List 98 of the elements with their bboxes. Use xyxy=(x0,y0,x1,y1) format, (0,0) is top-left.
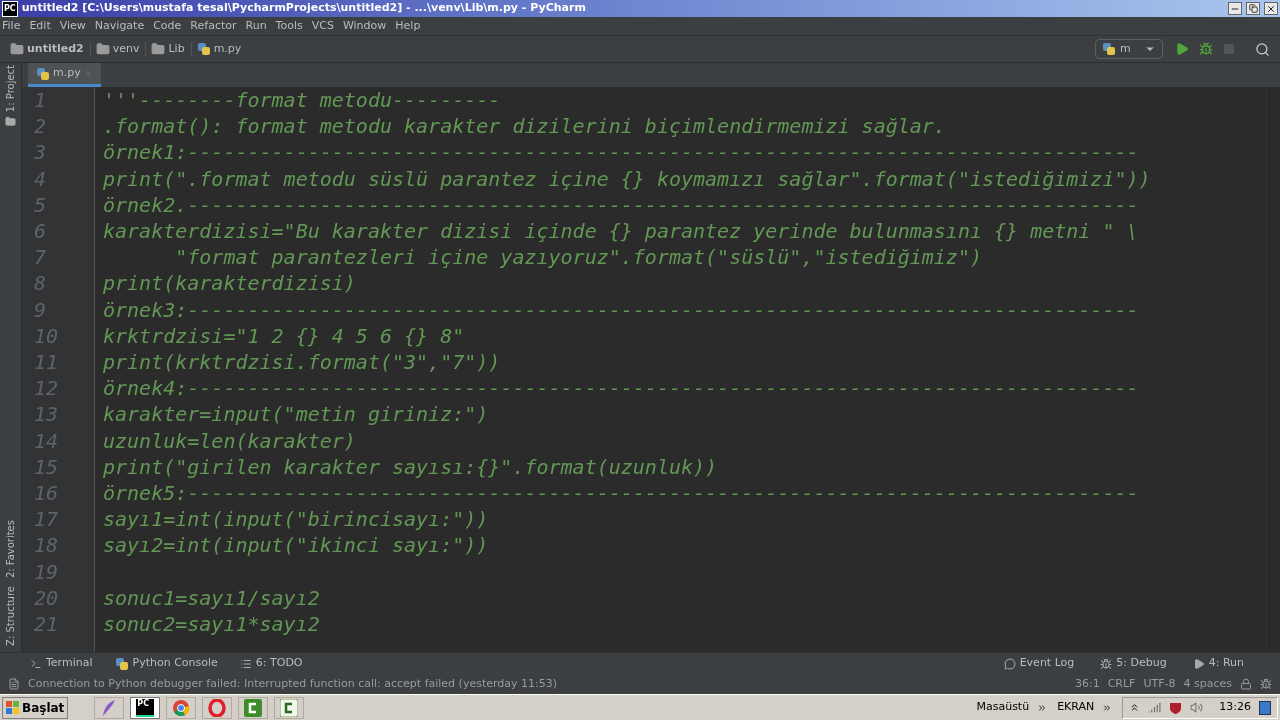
menu-item[interactable]: View xyxy=(59,17,86,35)
code-line: "format parantezleri içine yazıyoruz".format("süslü","istediğimiz") xyxy=(174,244,982,271)
lock-icon[interactable] xyxy=(1240,678,1252,690)
folder-icon xyxy=(151,42,166,56)
opera-icon xyxy=(208,698,227,717)
pycharm-icon: PC xyxy=(136,698,155,717)
code-line: örnek3:------------------------------------------------------------------------------- xyxy=(103,296,1139,323)
code-line: print(".format metodu süslü parantez içine {} koymamızı sağlar".format("istediğimizi")) xyxy=(103,165,1151,192)
code-line: krktrdzisi="1 2 {} 4 5 6 {} 8" xyxy=(103,322,465,350)
bug-icon xyxy=(1100,657,1113,670)
minimize-button[interactable] xyxy=(1228,2,1242,15)
code-line: sonuc2=sayı1*sayı2 xyxy=(103,611,320,638)
breadcrumb[interactable]: venv xyxy=(112,40,140,58)
list-icon xyxy=(239,657,252,670)
taskbar-app[interactable] xyxy=(274,696,305,719)
menu-item[interactable]: Window xyxy=(342,17,387,35)
breadcrumb[interactable]: untitled2 xyxy=(27,40,84,58)
python-file-icon xyxy=(1102,42,1116,56)
code-line: print(karakterdizisi) xyxy=(103,270,356,297)
close-icon xyxy=(1266,3,1276,14)
window-title: untitled2 [C:\Users\mustafa tesal\PycharmProjects\untitled2] - ...\venv\Lib\m.py - PyCharm xyxy=(21,0,586,17)
code-line: sayı2=int(input("ikinci sayı:")) xyxy=(103,532,489,559)
code-line: '''--------format metodu--------- xyxy=(103,87,501,114)
menu-item[interactable]: Code xyxy=(153,17,182,35)
code-line: örnek4:------------------------------------------------------------------------------- xyxy=(103,375,1139,402)
python-file-icon xyxy=(196,42,211,56)
tool-window-tab[interactable]: 4: Run xyxy=(1208,655,1244,672)
tool-window-tab[interactable]: 5: Debug xyxy=(1116,655,1167,672)
folder-icon xyxy=(10,42,24,56)
menu-item[interactable]: Refactor xyxy=(190,17,237,35)
close-button[interactable] xyxy=(1264,2,1278,15)
code-line: sayı1=int(input("birincisayı:")) xyxy=(103,506,489,533)
tool-window-tab[interactable]: Event Log xyxy=(1019,655,1075,672)
code-line: örnek5:------------------------------------------------------------------------------- xyxy=(103,480,1139,507)
folder-icon xyxy=(5,116,16,128)
menu-item[interactable]: File xyxy=(2,17,21,35)
line-separator[interactable]: CRLF xyxy=(1107,675,1136,693)
indent-setting[interactable]: 4 spaces xyxy=(1183,675,1232,693)
debug-icon[interactable] xyxy=(1199,42,1213,56)
encoding[interactable]: UTF-8 xyxy=(1143,675,1176,693)
editor-tab[interactable]: m.py xyxy=(28,63,101,87)
side-tab[interactable]: 1: Project xyxy=(3,65,18,113)
run-icon[interactable] xyxy=(1175,42,1189,56)
menu-item[interactable]: VCS xyxy=(311,17,334,35)
c-tile-icon xyxy=(280,698,299,717)
folder-icon xyxy=(95,42,110,56)
taskbar-app[interactable] xyxy=(202,696,233,719)
terminal-icon xyxy=(30,657,42,670)
taskbar-toolbar[interactable]: EKRAN xyxy=(1057,699,1095,716)
code-line: print(krktrdzisi.format("3","7")) xyxy=(103,349,501,376)
speaker-icon[interactable] xyxy=(1190,701,1204,714)
menu-item[interactable]: Run xyxy=(245,17,267,35)
code-line: print("girilen karakter sayısı:{}".format(uzunluk)) xyxy=(103,453,718,481)
taskbar-app[interactable]: PC xyxy=(130,696,161,719)
code-line: .format(): format metodu karakter dizilerini biçimlendirmemizi sağlar. xyxy=(103,113,946,140)
show-desktop-icon[interactable] xyxy=(1259,700,1271,715)
c-tile-icon xyxy=(244,698,263,717)
code-line: örnek1:------------------------------------------------------------------------------- xyxy=(103,139,1139,166)
tool-window-tab[interactable]: Terminal xyxy=(46,655,93,672)
taskbar-app[interactable] xyxy=(238,696,269,719)
taskbar-toolbar[interactable]: Masaüstü xyxy=(976,699,1030,716)
play-icon xyxy=(1192,657,1205,670)
menu-item[interactable]: Help xyxy=(395,17,421,35)
breadcrumb[interactable]: Lib xyxy=(168,40,185,58)
python-file-icon xyxy=(36,66,50,81)
shield-icon[interactable] xyxy=(1169,700,1183,715)
menu-item[interactable]: Tools xyxy=(275,17,303,35)
side-tab[interactable]: 2: Favorites xyxy=(3,520,18,579)
chevron-icon[interactable] xyxy=(1102,702,1113,713)
windows-logo-icon xyxy=(6,700,20,715)
signal-icon[interactable] xyxy=(1148,701,1162,714)
restore-icon xyxy=(1248,4,1258,13)
chevron-icon[interactable] xyxy=(1037,702,1048,713)
menu-item[interactable]: Edit xyxy=(29,17,51,35)
tool-window-tab[interactable]: Python Console xyxy=(132,655,218,672)
search-icon[interactable] xyxy=(1255,41,1270,57)
code-line: karakterdizisi="Bu karakter dizisi içinde {} parantez yerinde bulunmasını {} metni " \ xyxy=(103,218,1139,245)
code-line: sonuc1=sayı1/sayı2 xyxy=(103,584,320,612)
speech-bubble-icon xyxy=(1003,657,1016,670)
app-badge: PC xyxy=(2,0,18,17)
status-message: Connection to Python debugger failed: Interrupted function call: accept failed (yesterday 11:53) xyxy=(28,675,558,692)
feather-icon xyxy=(101,698,118,717)
code-line: karakter=input("metin giriniz:") xyxy=(103,401,489,428)
restore-button[interactable] xyxy=(1246,2,1260,15)
taskbar-app[interactable] xyxy=(94,696,125,719)
cursor-position[interactable]: 36:1 xyxy=(1074,675,1100,693)
python-file-icon xyxy=(114,656,129,671)
chrome-icon xyxy=(172,698,191,717)
start-button[interactable]: Başlat xyxy=(2,696,69,719)
tool-window-tab[interactable]: 6: TODO xyxy=(255,655,303,672)
side-tab[interactable]: Z: Structure xyxy=(3,586,18,646)
code-line: uzunluk=len(karakter) xyxy=(103,427,356,454)
run-config-dropdown[interactable]: m xyxy=(1095,39,1163,59)
taskbar-app[interactable] xyxy=(166,696,197,719)
clock: 13:26 xyxy=(1219,699,1251,716)
code-line: örnek2.------------------------------------------------------------------------------- xyxy=(103,191,1139,218)
breadcrumb[interactable]: m.py xyxy=(213,40,242,58)
menu-item[interactable]: Navigate xyxy=(94,17,145,35)
